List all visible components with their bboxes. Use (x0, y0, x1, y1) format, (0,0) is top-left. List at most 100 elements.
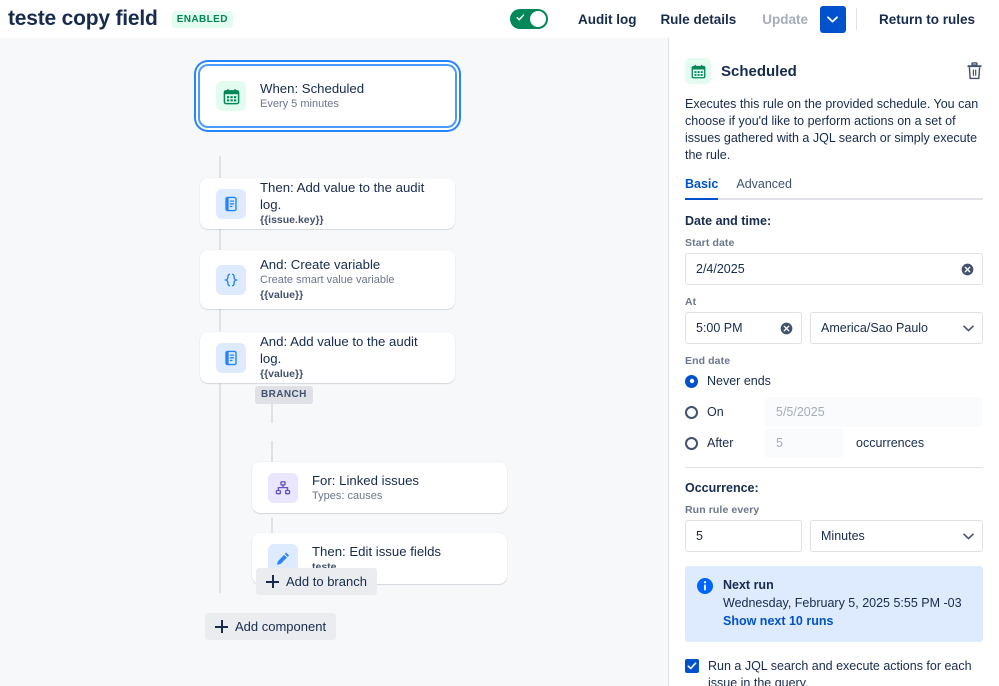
node-subtitle: {{value}} (260, 368, 304, 380)
start-date-value: 2/4/2025 (696, 262, 745, 276)
occurrences-input[interactable]: 5 (765, 428, 843, 458)
next-run-text: Next run Wednesday, February 5, 2025 5:5… (723, 577, 962, 630)
rule-canvas: When: Scheduled Every 5 minutes Then: Ad… (0, 38, 668, 686)
occurrence-heading: Occurrence: (685, 481, 759, 495)
rule-node-for-linked-issues[interactable]: For: Linked issues Types: causes (252, 462, 507, 513)
at-time-input[interactable]: 5:00 PM (685, 312, 802, 344)
node-subtitle: Types: causes (312, 489, 383, 502)
trash-icon (967, 62, 982, 80)
at-label: At (685, 296, 697, 308)
start-date-label: Start date (685, 237, 735, 249)
node-text: And: Add value to the audit log. {{value… (260, 333, 439, 382)
node-subtitle: Create smart value variable (260, 274, 395, 286)
calendar-icon (685, 58, 711, 84)
rule-node-add-audit-log-2[interactable]: And: Add value to the audit log. {{value… (200, 332, 455, 383)
rule-node-add-audit-log-1[interactable]: Then: Add value to the audit log. {{issu… (200, 178, 455, 229)
node-title: For: Linked issues (312, 472, 420, 488)
jql-search-checkbox-label: Run a JQL search and execute actions for… (708, 659, 972, 686)
check-icon (687, 662, 697, 670)
connector (219, 156, 221, 179)
run-rule-unit-value: Minutes (821, 529, 865, 543)
node-title: Then: Add value to the audit log. (260, 180, 425, 212)
chevron-down-icon (963, 325, 974, 331)
page-title: teste copy field (8, 7, 158, 30)
run-rule-every-value: 5 (696, 529, 703, 543)
node-text: And: Create variable Create smart value … (260, 256, 395, 303)
branch-label: BRANCH (255, 386, 313, 404)
connector (219, 228, 221, 251)
audit-log-icon (216, 188, 246, 219)
next-run-title: Next run (723, 578, 774, 592)
at-time-value: 5:00 PM (696, 321, 743, 335)
node-title: And: Create variable (260, 257, 381, 272)
top-bar-actions: Audit log Rule details Update Return to … (509, 0, 987, 38)
add-to-branch-button[interactable]: Add to branch (256, 568, 377, 595)
top-bar: teste copy field ENABLED Audit log Rule … (0, 0, 999, 38)
branch-tree-icon (268, 472, 298, 503)
connector (219, 308, 221, 331)
next-run-value: Wednesday, February 5, 2025 5:55 PM -03 (723, 596, 962, 610)
braces-icon (216, 264, 246, 295)
status-badge: ENABLED (171, 10, 233, 28)
occurrences-label: occurrences (856, 436, 925, 450)
end-option-on[interactable]: On 5/5/2025 (685, 397, 983, 427)
calendar-icon (216, 81, 246, 111)
update-dropdown-button[interactable] (819, 5, 846, 33)
radio-on[interactable] (685, 405, 698, 419)
delete-component-button[interactable] (966, 62, 983, 80)
node-text: Then: Add value to the audit log. {{issu… (260, 179, 439, 228)
node-title: Then: Edit issue fields (312, 543, 442, 559)
occurrences-placeholder: 5 (776, 436, 783, 450)
divider (685, 467, 983, 468)
date-and-time-heading: Date and time: (685, 214, 772, 228)
panel-description: Executes this rule on the provided sched… (685, 97, 979, 162)
after-label: After (707, 436, 734, 450)
audit-log-link[interactable]: Audit log (578, 12, 636, 27)
add-component-button[interactable]: Add component (205, 613, 337, 640)
divider (855, 8, 857, 30)
clear-icon[interactable] (961, 263, 974, 276)
add-component-label: Add component (235, 619, 327, 634)
panel-header: Scheduled (685, 58, 983, 84)
time-row: 5:00 PM America/Sao Paulo (685, 312, 983, 344)
panel-title: Scheduled (721, 62, 797, 80)
run-rule-unit-select[interactable]: Minutes (810, 520, 983, 552)
on-label: On (707, 405, 724, 419)
node-text: When: Scheduled Every 5 minutes (260, 80, 364, 112)
end-option-never-ends[interactable]: Never ends (685, 371, 983, 391)
radio-after[interactable] (685, 436, 698, 450)
jql-search-checkbox[interactable] (685, 659, 699, 673)
return-to-rules-link[interactable]: Return to rules (879, 12, 975, 27)
show-next-runs-link[interactable]: Show next 10 runs (723, 612, 962, 630)
end-option-after[interactable]: After 5 occurrences (685, 428, 983, 458)
never-ends-label: Never ends (707, 374, 771, 388)
panel-tabs: Basic Advanced (685, 177, 983, 200)
end-on-date-placeholder: 5/5/2025 (776, 405, 825, 419)
tab-basic[interactable]: Basic (685, 177, 719, 200)
info-icon (697, 578, 713, 594)
update-button[interactable]: Update (752, 7, 818, 32)
node-subtitle: Every 5 minutes (260, 98, 339, 110)
node-text: For: Linked issues Types: causes (312, 472, 419, 504)
end-on-date-input[interactable]: 5/5/2025 (765, 397, 983, 427)
next-run-info-box: Next run Wednesday, February 5, 2025 5:5… (685, 566, 983, 642)
start-date-input[interactable]: 2/4/2025 (685, 253, 983, 285)
toggle-knob (529, 11, 546, 27)
jql-search-checkbox-row[interactable]: Run a JQL search and execute actions for… (685, 658, 983, 686)
rule-node-when-scheduled[interactable]: When: Scheduled Every 5 minutes (200, 66, 455, 126)
chevron-down-icon (963, 533, 974, 539)
radio-never-ends[interactable] (685, 374, 698, 388)
rule-node-create-variable[interactable]: And: Create variable Create smart value … (200, 250, 455, 309)
timezone-select[interactable]: America/Sao Paulo (810, 312, 983, 344)
audit-log-icon (216, 342, 246, 373)
rule-enabled-toggle[interactable] (509, 9, 548, 29)
run-rule-every-label: Run rule every (685, 504, 760, 516)
rule-details-link[interactable]: Rule details (660, 12, 736, 27)
chevron-down-icon (827, 15, 839, 22)
tab-advanced[interactable]: Advanced (736, 177, 792, 198)
check-icon (516, 14, 525, 21)
run-rule-every-input[interactable]: 5 (685, 520, 802, 552)
clear-icon[interactable] (780, 322, 793, 335)
detail-panel: Scheduled Executes this rule on the prov… (668, 38, 999, 686)
end-date-label: End date (685, 355, 731, 367)
